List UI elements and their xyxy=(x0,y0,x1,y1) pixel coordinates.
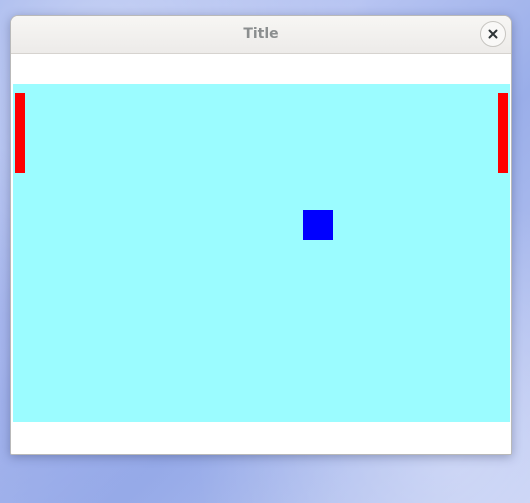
window-content xyxy=(11,54,511,454)
app-window: Title xyxy=(10,15,512,455)
close-button[interactable] xyxy=(480,21,506,47)
game-playfield xyxy=(13,84,510,422)
ball xyxy=(303,210,333,240)
left-paddle xyxy=(15,93,25,173)
window-title: Title xyxy=(243,26,279,42)
title-bar[interactable]: Title xyxy=(11,16,511,54)
right-paddle xyxy=(498,93,508,173)
close-icon xyxy=(488,29,498,39)
